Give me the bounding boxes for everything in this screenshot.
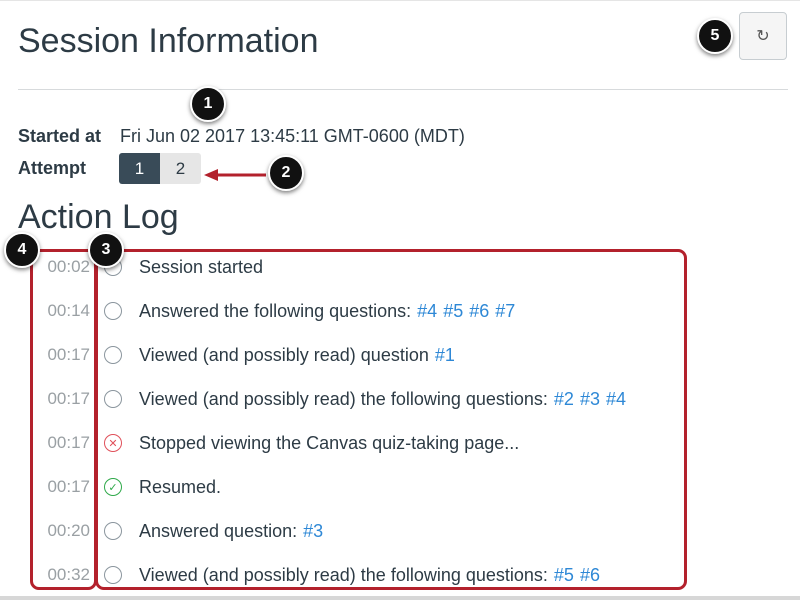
empty-circle-icon: [104, 390, 122, 408]
log-timestamp: 00:02: [47, 257, 90, 276]
empty-circle-icon: [104, 566, 122, 584]
question-link[interactable]: #5: [443, 301, 463, 321]
log-message: Stopped viewing the Canvas quiz-taking p…: [139, 433, 520, 453]
empty-circle-icon: [104, 522, 122, 540]
attempt-selector: 1 2: [119, 153, 201, 184]
arrow-icon: [204, 169, 266, 181]
log-message: Resumed.: [139, 477, 222, 497]
started-at-value: Fri Jun 02 2017 13:45:11 GMT-0600 (MDT): [120, 126, 465, 146]
header-divider: [18, 89, 788, 90]
log-timestamp: 00:32: [47, 565, 90, 584]
refresh-button[interactable]: ↻: [739, 12, 787, 60]
page-title: Session Information: [18, 22, 319, 60]
question-link[interactable]: #3: [303, 521, 323, 541]
question-link[interactable]: #1: [435, 345, 455, 365]
annotation-marker-1: 1: [190, 86, 226, 122]
empty-circle-icon: [104, 302, 122, 320]
question-link[interactable]: #2: [554, 389, 574, 409]
question-link[interactable]: #6: [580, 565, 600, 585]
log-timestamp: 00:17: [47, 433, 90, 452]
log-timestamp: 00:14: [47, 301, 90, 320]
log-timestamp: 00:17: [47, 345, 90, 364]
log-entry: 00:32 Viewed (and possibly read) the foll…: [0, 560, 800, 590]
log-text: Resumed.: [139, 472, 221, 502]
log-text: Answered question: #3: [139, 516, 323, 546]
log-text: Viewed (and possibly read) the following…: [139, 384, 626, 414]
top-border: [0, 0, 800, 1]
question-link[interactable]: #6: [469, 301, 489, 321]
log-entry: 00:20 Answered question: #3: [0, 516, 800, 546]
check-circle-icon: ✓: [104, 478, 122, 496]
log-message: Session started: [139, 257, 264, 277]
log-message: Viewed (and possibly read) the following…: [139, 565, 548, 585]
question-link[interactable]: #4: [417, 301, 437, 321]
question-link[interactable]: #3: [580, 389, 600, 409]
log-timestamp: 00:20: [47, 521, 90, 540]
log-entry: 00:17 ✓ Resumed.: [0, 472, 800, 502]
error-circle-icon: ✕: [104, 434, 122, 452]
log-entry: 00:14 Answered the following questions: #4…: [0, 296, 800, 326]
log-message: Viewed (and possibly read) the following…: [139, 389, 548, 409]
log-message: Answered the following questions:: [139, 301, 412, 321]
log-entry: 00:17 Viewed (and possibly read) question…: [0, 340, 800, 370]
log-timestamp: 00:17: [47, 477, 90, 496]
empty-circle-icon: [104, 346, 122, 364]
action-log-title: Action Log: [18, 198, 179, 236]
log-entry: 00:17 Viewed (and possibly read) the foll…: [0, 384, 800, 414]
refresh-icon: ↻: [756, 28, 770, 45]
attempt-2-button[interactable]: 2: [160, 153, 201, 184]
attempt-label: Attempt: [18, 158, 86, 178]
question-link[interactable]: #4: [606, 389, 626, 409]
question-link[interactable]: #7: [495, 301, 515, 321]
annotation-marker-4: 4: [4, 232, 40, 268]
log-message: Answered question:: [139, 521, 298, 541]
annotation-marker-5: 5: [697, 18, 733, 54]
annotation-marker-2: 2: [268, 155, 304, 191]
log-text: Viewed (and possibly read) the following…: [139, 560, 600, 590]
question-link[interactable]: #5: [554, 565, 574, 585]
log-timestamp: 00:17: [47, 389, 90, 408]
log-entry: 00:17 ✕ Stopped viewing the Canvas quiz-ta…: [0, 428, 800, 458]
log-text: Stopped viewing the Canvas quiz-taking p…: [139, 428, 519, 458]
started-at-label: Started at: [18, 126, 102, 146]
attempt-1-button[interactable]: 1: [119, 153, 160, 184]
log-message: Viewed (and possibly read) question: [139, 345, 429, 365]
log-text: Viewed (and possibly read) question #1: [139, 340, 455, 370]
bottom-border: [0, 596, 800, 600]
annotation-marker-3: 3: [88, 232, 124, 268]
log-text: Session started: [139, 252, 263, 282]
log-text: Answered the following questions: #4 #5 #6 #…: [139, 296, 515, 326]
